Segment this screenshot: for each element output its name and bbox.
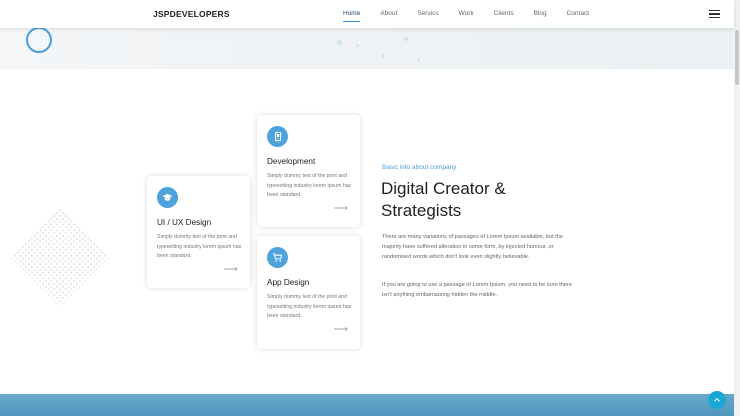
arrow-right-icon[interactable]: ⟶ — [334, 204, 348, 214]
arrow-right-icon[interactable]: ⟶ — [334, 325, 348, 335]
decor-ring — [26, 27, 52, 53]
decor-dot-pattern — [10, 207, 110, 307]
mobile-device-icon — [267, 126, 288, 147]
hero-section-bottom — [0, 28, 734, 69]
card-text: Simply dummy text of the print and types… — [157, 234, 242, 259]
card-title: App Design — [267, 278, 310, 287]
decor-dot — [356, 44, 359, 47]
scrollbar-thumb[interactable] — [735, 30, 739, 85]
card-title: Development — [267, 157, 316, 166]
nav-about[interactable]: About — [380, 10, 397, 17]
chevron-up-icon — [714, 398, 720, 402]
decor-dot — [404, 37, 408, 41]
decor-dot — [417, 58, 420, 61]
section-subtitle: Basic info about company — [382, 164, 457, 171]
top-navbar: JSPDEVELOPERS Home About Servics Work Cl… — [0, 0, 734, 28]
main-nav: Home About Servics Work Clients Blog Con… — [343, 10, 609, 23]
card-text: Simply dummy text of the print and types… — [267, 173, 352, 198]
site-logo[interactable]: JSPDEVELOPERS — [153, 9, 230, 19]
nav-home[interactable]: Home — [343, 10, 361, 23]
decor-dot — [381, 54, 385, 58]
nav-clients[interactable]: Clients — [494, 10, 514, 17]
about-paragraph-2: If you are going to use a passage of Lor… — [382, 282, 572, 298]
shopping-cart-icon — [267, 247, 288, 268]
nav-blog[interactable]: Blog — [534, 10, 547, 17]
nav-services[interactable]: Servics — [417, 10, 438, 17]
next-section-band — [0, 394, 734, 416]
about-paragraph-1: There are many variations of passages of… — [382, 234, 563, 260]
service-card-development[interactable]: Development Simply dummy text of the pri… — [257, 115, 360, 227]
service-card-ui-ux[interactable]: UI / UX Design Simply dummy text of the … — [147, 176, 250, 288]
back-to-top-button[interactable] — [708, 391, 726, 409]
nav-work[interactable]: Work — [459, 10, 474, 17]
arrow-right-icon[interactable]: ⟶ — [224, 265, 238, 275]
page-scrollbar[interactable] — [734, 0, 740, 416]
card-text: Simply dummy text of the print and types… — [267, 294, 352, 319]
nav-contact[interactable]: Contact — [567, 10, 589, 17]
section-heading: Digital Creator & Strategists — [381, 179, 506, 220]
graduation-cap-icon — [157, 187, 178, 208]
card-title: UI / UX Design — [157, 218, 212, 227]
service-card-app-design[interactable]: App Design Simply dummy text of the prin… — [257, 236, 360, 349]
decor-dot — [337, 40, 342, 45]
hamburger-icon[interactable] — [709, 10, 720, 19]
